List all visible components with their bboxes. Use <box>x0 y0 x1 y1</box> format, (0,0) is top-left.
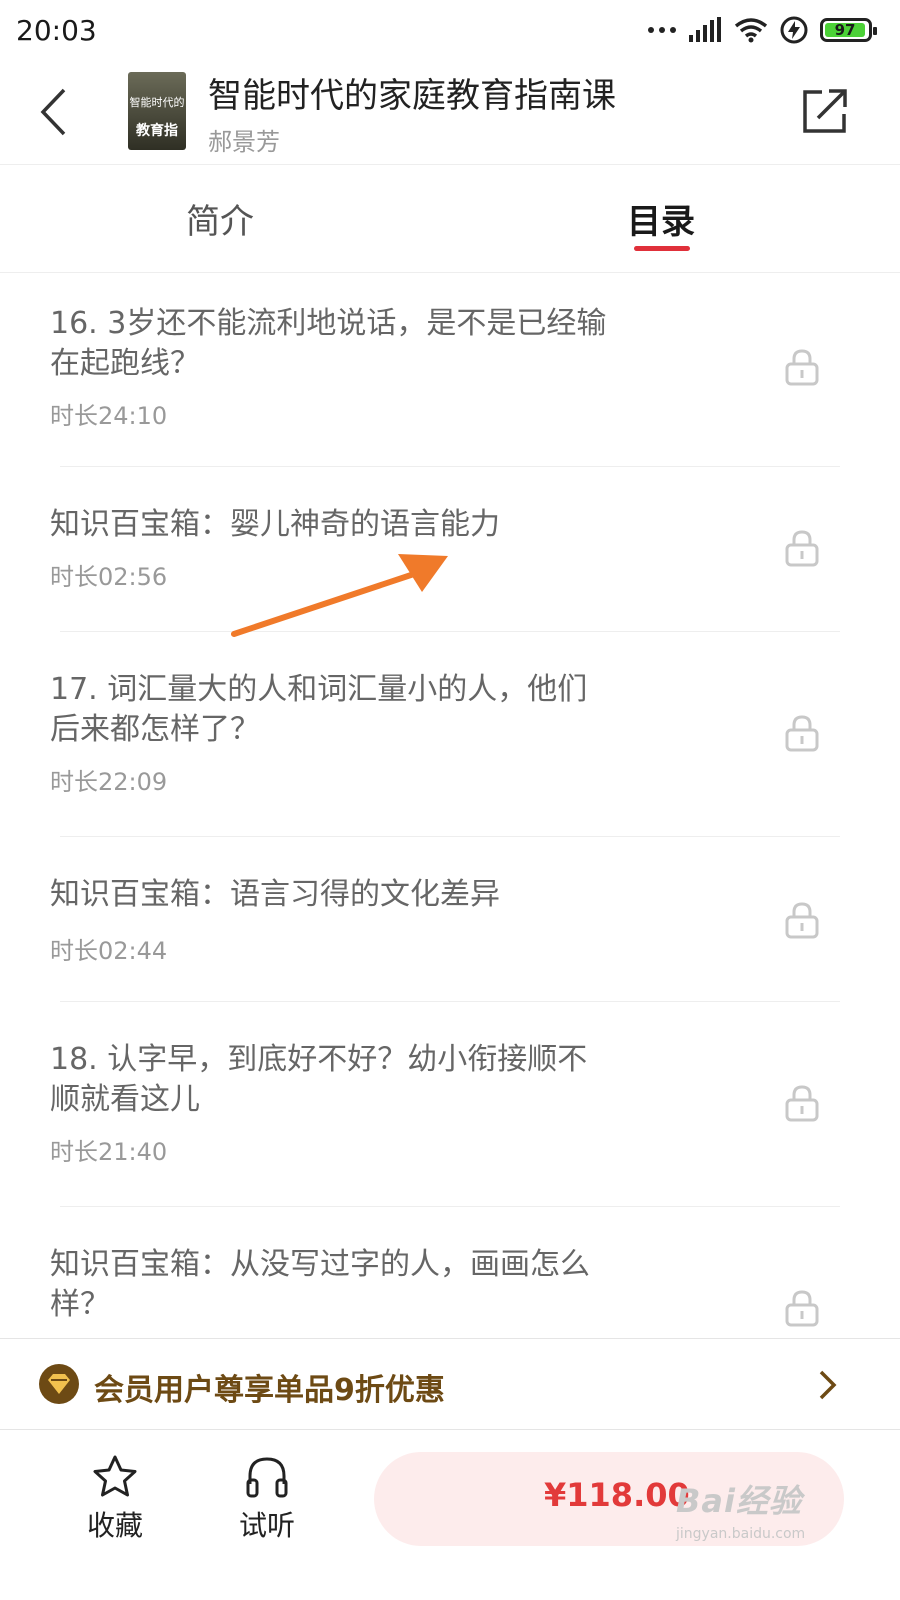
vip-diamond-icon <box>39 1364 79 1404</box>
active-tab-indicator <box>634 246 690 251</box>
list-item[interactable]: 知识百宝箱：语言习得的文化差异 时长02:44 <box>50 837 840 1002</box>
charging-icon <box>780 16 808 44</box>
lock-icon <box>785 349 819 386</box>
course-header: 智能时代的 教育指 智能时代的家庭教育指南课 郝景芳 <box>0 60 900 165</box>
status-bar: 20:03 97 <box>0 0 900 60</box>
battery-icon: 97 <box>820 18 877 42</box>
status-time: 20:03 <box>16 13 97 47</box>
lesson-duration: 时长21:40 <box>50 1138 168 1166</box>
lock-icon <box>785 530 819 567</box>
tab-bar: 简介 目录 <box>0 166 900 273</box>
back-arrow-icon <box>40 88 66 136</box>
course-cover-image: 智能时代的 教育指 <box>128 72 186 150</box>
list-item[interactable]: 18. 认字早，到底好不好？幼小衔接顺不顺就看这儿 时长21:40 <box>50 1002 840 1207</box>
tab-intro[interactable]: 简介 <box>186 194 254 243</box>
lesson-duration: 时长22:09 <box>50 768 168 796</box>
share-button[interactable] <box>800 86 850 136</box>
lesson-duration: 时长02:44 <box>50 937 168 965</box>
price-label: ¥118.00 <box>544 1476 690 1514</box>
chevron-right-icon <box>819 1370 837 1400</box>
favorite-button[interactable]: 收藏 <box>70 1454 160 1544</box>
annotation-arrow-icon <box>231 554 448 637</box>
lesson-duration: 时长02:56 <box>50 563 168 591</box>
share-icon <box>803 89 847 133</box>
lesson-title: 知识百宝箱：婴儿神奇的语言能力 <box>50 507 500 542</box>
wifi-icon <box>734 18 768 43</box>
lesson-title: 16. 3岁还不能流利地说话，是不是已经输在起跑线？ <box>50 306 607 381</box>
status-icons: 97 <box>648 16 877 44</box>
lock-icon <box>785 1290 819 1327</box>
list-item[interactable]: 17. 词汇量大的人和词汇量小的人，他们后来都怎样了？ 时长22:09 <box>50 632 840 837</box>
cover-text-bottom: 教育指 <box>136 123 178 139</box>
course-title: 智能时代的家庭教育指南课 <box>208 76 616 116</box>
lesson-list: 16. 3岁还不能流利地说话，是不是已经输在起跑线？ 时长24:10 知识百宝箱… <box>0 272 900 1343</box>
headphones-icon <box>246 1457 288 1498</box>
baidu-watermark: Bai经验 jingyan.baidu.com <box>676 1476 846 1556</box>
tab-catalog[interactable]: 目录 <box>627 194 695 243</box>
watermark-logo-text: Bai经验 <box>676 1482 802 1520</box>
cover-text-top: 智能时代的 <box>129 96 185 109</box>
lock-icon <box>785 715 819 752</box>
lesson-duration: 时长24:10 <box>50 402 168 430</box>
signal-icon <box>689 17 721 42</box>
lesson-title: 18. 认字早，到底好不好？幼小衔接顺不顺就看这儿 <box>50 1042 588 1117</box>
lesson-title: 知识百宝箱：从没写过字的人，画画怎么样？ <box>50 1247 590 1322</box>
battery-level: 97 <box>825 23 865 38</box>
watermark-url: jingyan.baidu.com <box>676 1526 806 1542</box>
preview-listen-button[interactable]: 试听 <box>222 1454 312 1544</box>
lock-icon <box>785 1085 819 1122</box>
star-icon <box>93 1455 137 1497</box>
more-dots-icon <box>648 27 676 33</box>
list-item[interactable]: 16. 3岁还不能流利地说话，是不是已经输在起跑线？ 时长24:10 <box>50 272 840 467</box>
list-item[interactable]: 知识百宝箱：从没写过字的人，画画怎么样？ <box>50 1207 840 1343</box>
preview-listen-label: 试听 <box>238 1509 295 1542</box>
course-author: 郝景芳 <box>208 128 280 156</box>
back-button[interactable] <box>28 82 78 142</box>
favorite-label: 收藏 <box>86 1509 143 1542</box>
member-discount-text: 会员用户尊享单品9折优惠 <box>94 1373 445 1408</box>
lesson-title: 17. 词汇量大的人和词汇量小的人，他们后来都怎样了？ <box>50 672 588 747</box>
member-discount-bar[interactable]: 会员用户尊享单品9折优惠 <box>0 1338 900 1430</box>
lesson-title: 知识百宝箱：语言习得的文化差异 <box>50 877 500 912</box>
lock-icon <box>785 902 819 939</box>
